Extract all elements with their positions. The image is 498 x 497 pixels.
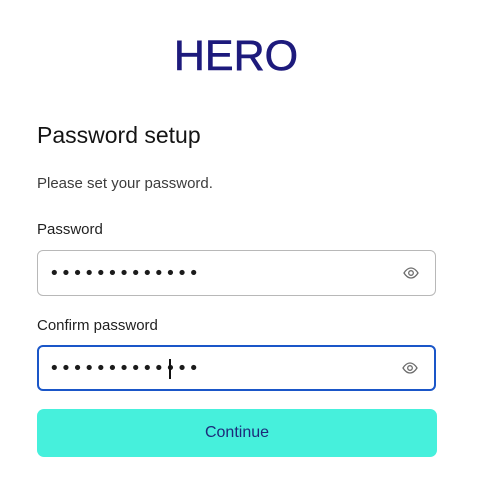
logo-text: HERO — [173, 32, 299, 80]
continue-button[interactable]: Continue — [37, 409, 437, 457]
confirm-password-input[interactable] — [39, 347, 379, 389]
page-subtitle: Please set your password. — [37, 175, 213, 192]
password-input[interactable] — [38, 251, 379, 295]
password-field[interactable] — [37, 250, 436, 296]
logo: HERO — [0, 32, 498, 80]
confirm-password-label: Confirm password — [37, 317, 158, 334]
confirm-password-field[interactable] — [37, 345, 436, 391]
logo-mark: HERO — [173, 32, 299, 80]
password-setup-page: HERO Password setup Please set your pass… — [0, 0, 498, 497]
eye-icon[interactable] — [403, 266, 419, 280]
text-caret — [169, 359, 171, 379]
password-label: Password — [37, 221, 103, 238]
eye-icon[interactable] — [402, 361, 418, 375]
page-title: Password setup — [37, 122, 201, 148]
